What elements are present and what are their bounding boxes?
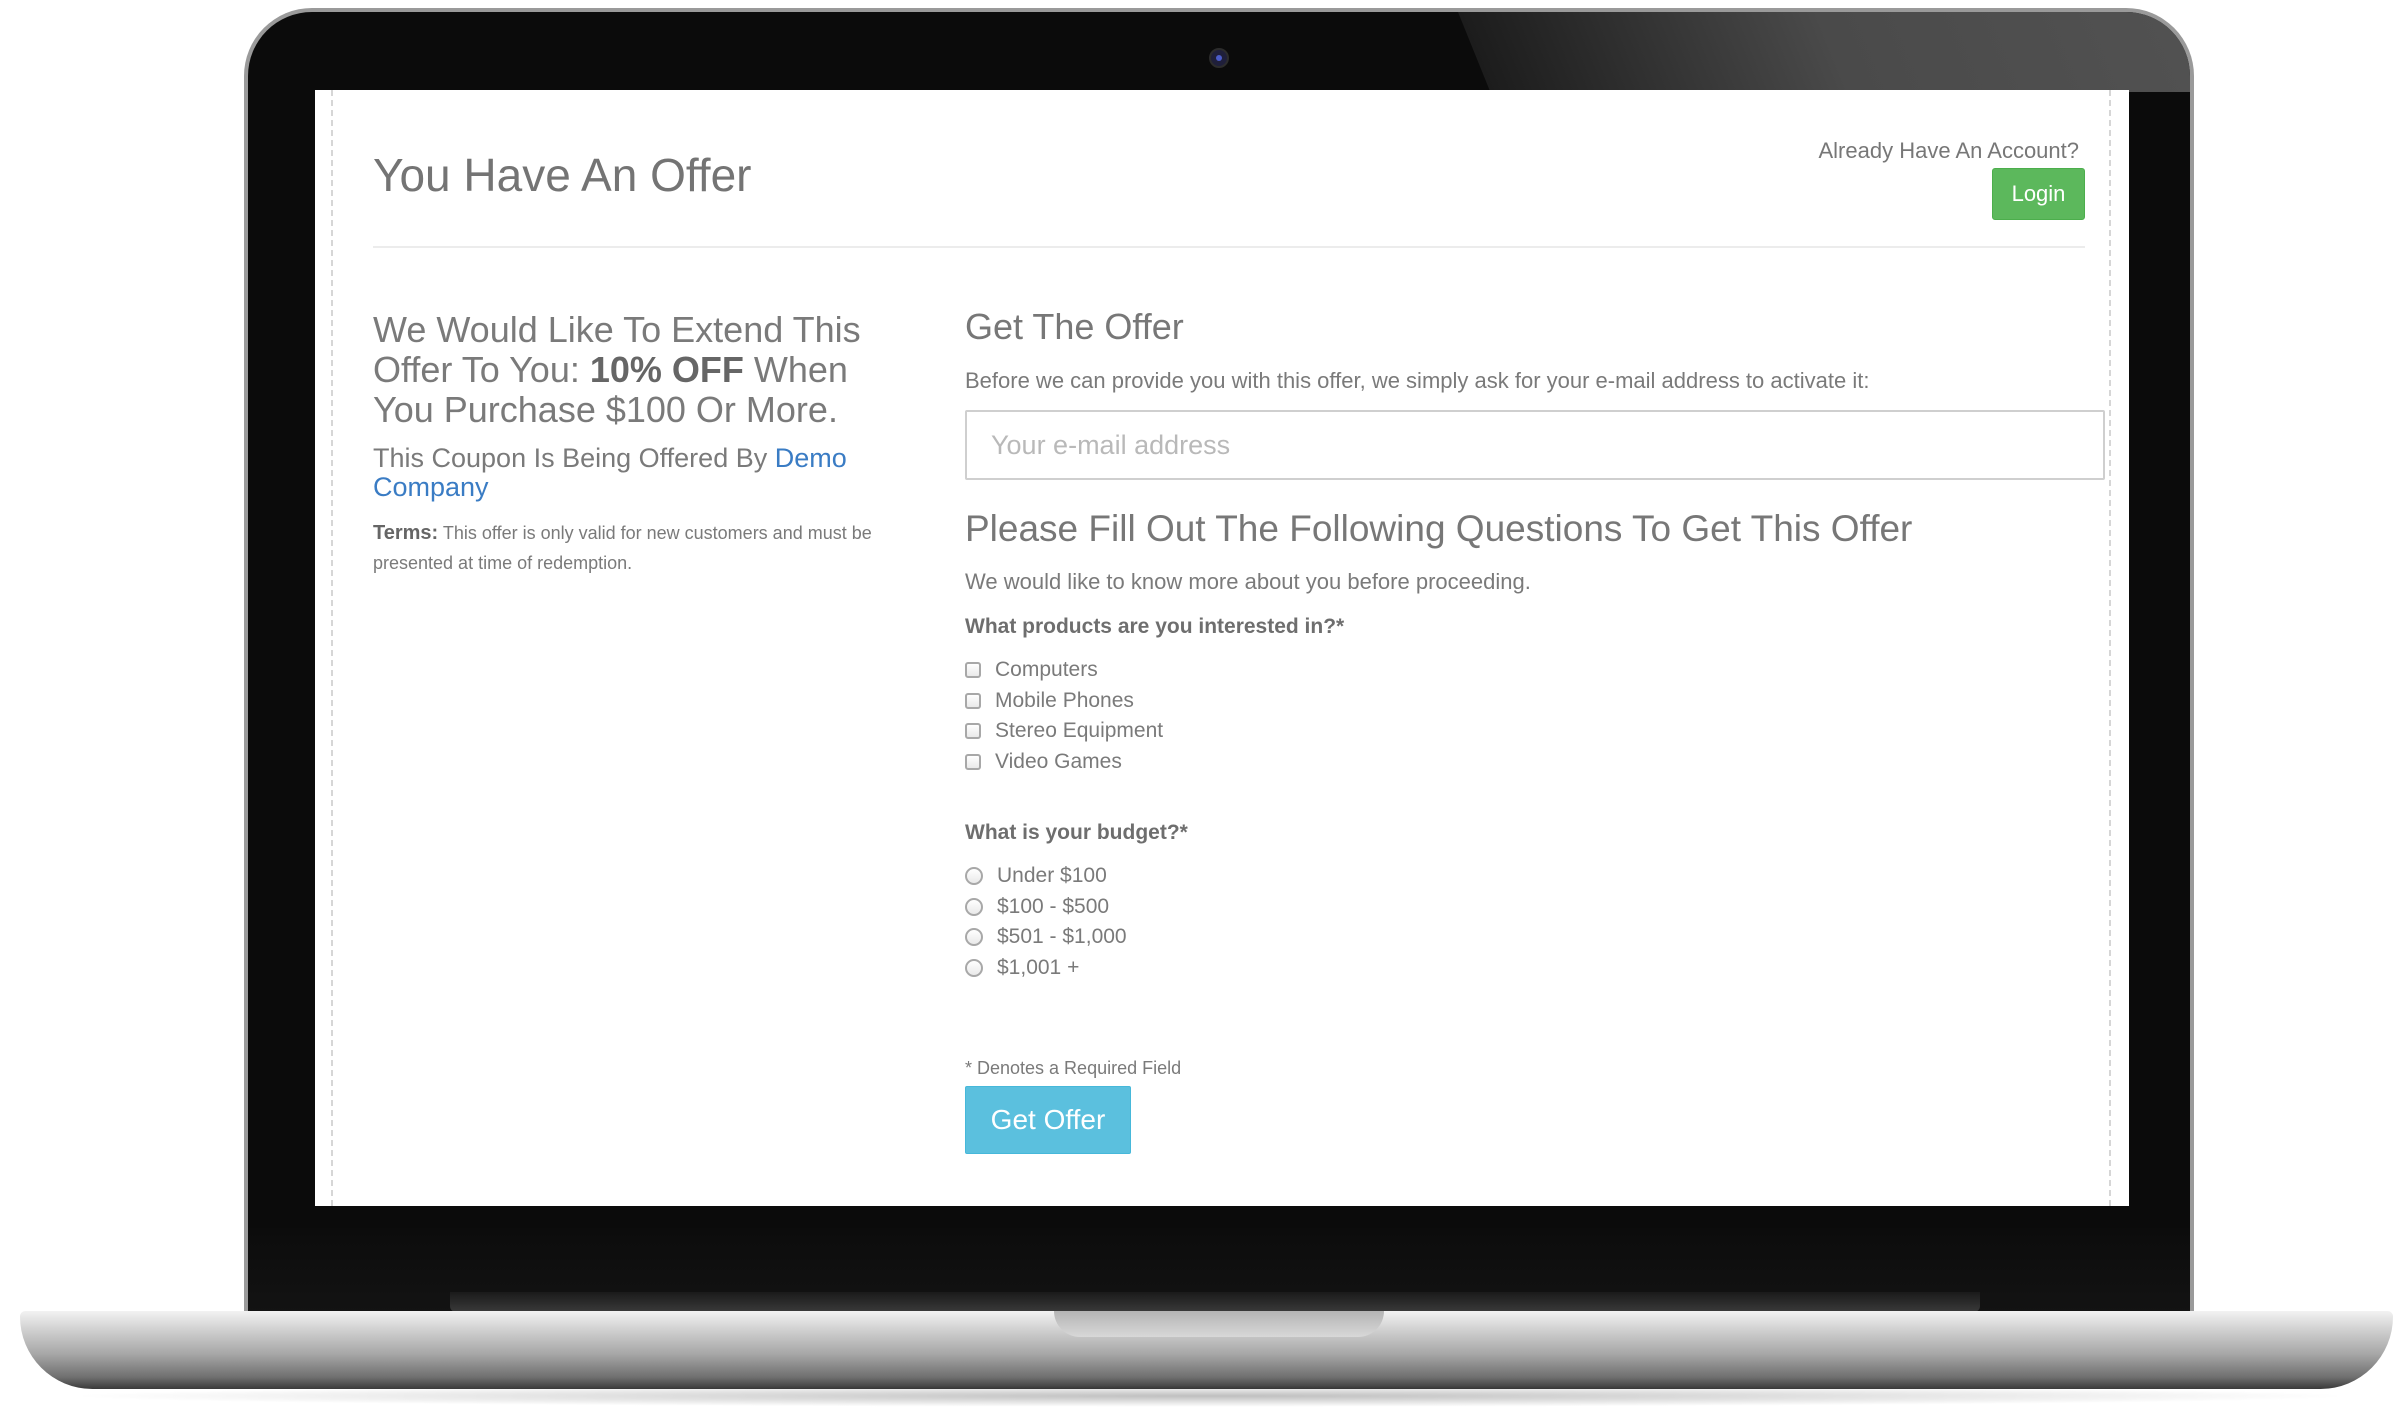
budget-question: What is your budget?* <box>965 821 1188 844</box>
option-501-1000[interactable]: $501 - $1,000 <box>965 922 1127 953</box>
option-1001-plus[interactable]: $1,001 + <box>965 953 1127 984</box>
laptop-notch <box>1054 1311 1384 1337</box>
get-offer-button[interactable]: Get Offer <box>965 1086 1131 1154</box>
checkbox[interactable] <box>965 723 981 740</box>
radio-button[interactable] <box>965 897 983 916</box>
option-label: $100 - $500 <box>997 894 1110 918</box>
option-100-500[interactable]: $100 - $500 <box>965 892 1127 923</box>
option-label: Video Games <box>995 749 1122 773</box>
option-label: Mobile Phones <box>995 688 1134 712</box>
option-video-games[interactable]: Video Games <box>965 747 1163 778</box>
radio-button[interactable] <box>965 928 983 947</box>
option-label: Computers <box>995 658 1098 682</box>
email-input[interactable] <box>965 410 2105 480</box>
option-under-100[interactable]: Under $100 <box>965 861 1127 892</box>
checkbox[interactable] <box>965 662 981 679</box>
laptop-screen: You Have An Offer Already Have An Accoun… <box>315 90 2129 1206</box>
terms: Terms: This offer is only valid for new … <box>373 518 903 578</box>
option-computers[interactable]: Computers <box>965 655 1163 686</box>
get-offer-title: Get The Offer <box>965 306 1184 347</box>
budget-options: Under $100 $100 - $500 $501 - $1,000 $1,… <box>965 861 1127 983</box>
offer-discount: 10% OFF <box>589 349 744 390</box>
products-question: What products are you interested in?* <box>965 615 1345 638</box>
required-note: * Denotes a Required Field <box>965 1058 1182 1078</box>
radio-button[interactable] <box>965 958 983 977</box>
option-label: $1,001 + <box>997 955 1080 979</box>
terms-label: Terms: <box>373 522 439 544</box>
login-button[interactable]: Login <box>1992 168 2085 220</box>
checkbox[interactable] <box>965 753 981 770</box>
checkbox[interactable] <box>965 692 981 709</box>
offer-page: You Have An Offer Already Have An Accoun… <box>331 90 2111 1206</box>
option-label: Under $100 <box>997 864 1107 888</box>
lid-glare <box>1458 12 2190 92</box>
webcam-icon <box>1209 48 1229 68</box>
products-options: Computers Mobile Phones Stereo Equipment… <box>965 655 1163 777</box>
account-prompt: Already Have An Account? <box>1818 138 2080 163</box>
option-label: Stereo Equipment <box>995 719 1164 743</box>
header-divider <box>373 246 2085 248</box>
questions-description: We would like to know more about you bef… <box>965 569 1531 594</box>
questions-title: Please Fill Out The Following Questions … <box>965 508 1913 549</box>
laptop-hinge <box>450 1292 1980 1312</box>
offered-by: This Coupon Is Being Offered By Demo Com… <box>373 444 913 502</box>
terms-text: This offer is only valid for new custome… <box>373 523 872 573</box>
option-stereo-equipment[interactable]: Stereo Equipment <box>965 716 1163 747</box>
offered-by-prefix: This Coupon Is Being Offered By <box>373 443 775 473</box>
laptop-shadow <box>60 1385 2360 1407</box>
offer-headline: We Would Like To Extend This Offer To Yo… <box>373 310 913 430</box>
option-mobile-phones[interactable]: Mobile Phones <box>965 686 1163 717</box>
email-description: Before we can provide you with this offe… <box>965 368 1870 393</box>
option-label: $501 - $1,000 <box>997 925 1127 949</box>
radio-button[interactable] <box>965 867 983 886</box>
page-title: You Have An Offer <box>373 149 752 201</box>
